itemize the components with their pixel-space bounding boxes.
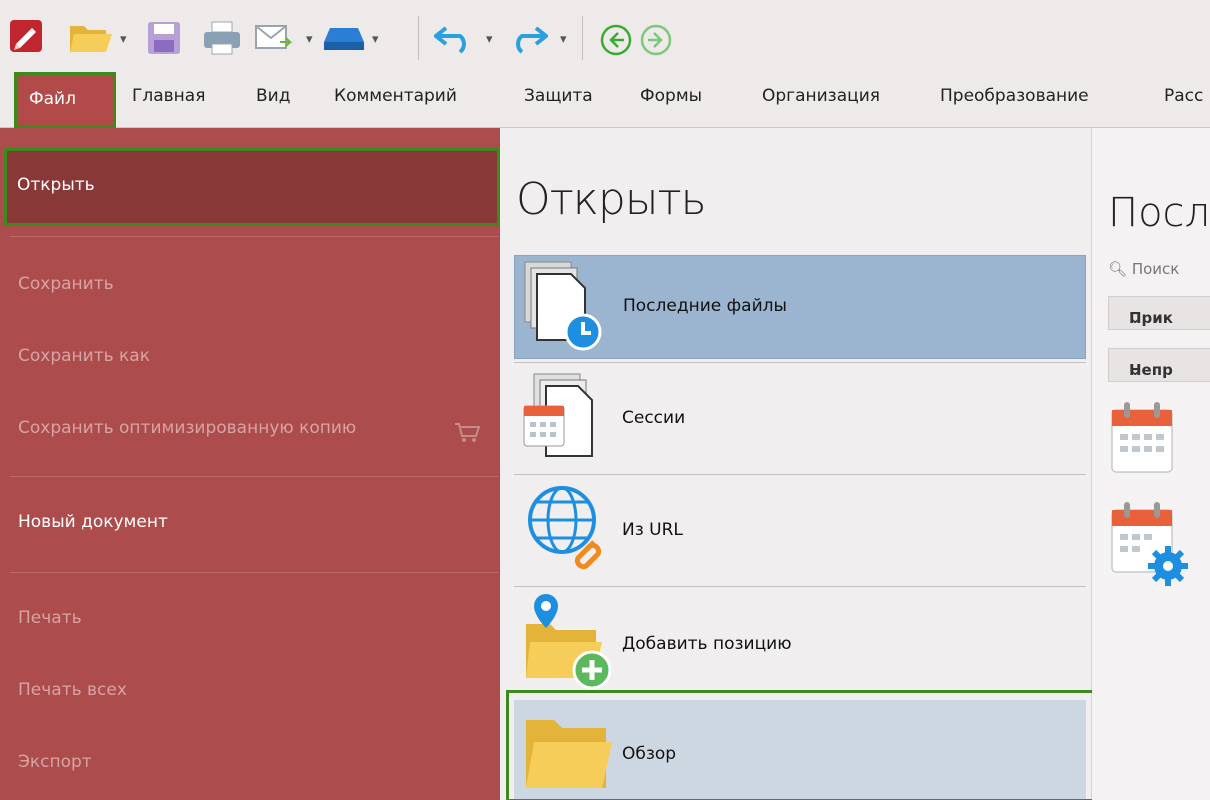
nav-save-as-label: Сохранить как <box>18 346 150 366</box>
nav-new-document-label: Новый документ <box>18 512 168 532</box>
group-pinned[interactable]: ⌄ Прик <box>1108 296 1210 330</box>
email-dropdown-caret[interactable]: ▾ <box>306 32 313 47</box>
tab-file[interactable]: Файл <box>14 72 116 128</box>
option-divider <box>514 586 1086 587</box>
redo-icon[interactable] <box>508 22 550 54</box>
option-from-url[interactable]: Из URL <box>514 478 1086 582</box>
tab-home[interactable]: Главная <box>132 86 205 106</box>
nav-save-label: Сохранить <box>18 274 114 294</box>
nav-print-all: Печать всех <box>0 658 500 728</box>
group-pinned-label: Прик <box>1129 309 1173 327</box>
nav-divider <box>10 572 498 573</box>
app-window: ▾ ▾ ▾ ▾ ▾ Файл Главная Вид Комментарий З… <box>0 0 1210 800</box>
group-unpinned-label: Непр <box>1129 361 1173 379</box>
option-recent-files[interactable]: Последние файлы <box>514 255 1086 359</box>
nav-save-optimized: Сохранить оптимизированную копию <box>0 396 500 466</box>
toolbar-separator <box>582 16 583 60</box>
open-panel-title: Открыть <box>516 174 707 225</box>
open-folder-icon[interactable] <box>68 16 114 56</box>
calendar-icon <box>1111 402 1173 473</box>
nav-divider <box>10 476 498 477</box>
undo-icon[interactable] <box>432 22 474 54</box>
nav-print: Печать <box>0 586 500 656</box>
backstage-nav: Открыть Сохранить Сохранить как Сохранит… <box>0 128 500 800</box>
nav-new-document[interactable]: Новый документ <box>0 490 500 560</box>
recent-files-icon <box>524 261 602 351</box>
open-dropdown-caret[interactable]: ▾ <box>120 32 127 47</box>
nav-divider <box>10 236 498 237</box>
redo-dropdown-caret[interactable]: ▾ <box>560 32 567 47</box>
nav-print-all-label: Печать всех <box>18 680 127 700</box>
nav-export-label: Экспорт <box>18 752 92 772</box>
option-from-url-label: Из URL <box>622 520 683 540</box>
tab-organize[interactable]: Организация <box>762 86 880 106</box>
tab-convert[interactable]: Преобразование <box>940 86 1089 106</box>
nav-save-as: Сохранить как <box>0 324 500 394</box>
nav-open-label: Открыть <box>17 175 95 195</box>
nav-print-label: Печать <box>18 608 82 628</box>
recent-panel-title: Посл <box>1108 190 1210 236</box>
tab-share[interactable]: Расс <box>1164 86 1203 106</box>
app-logo-icon[interactable] <box>10 20 42 52</box>
recent-search[interactable]: 🔍︎ Поиск <box>1108 260 1179 278</box>
nav-save-optimized-label: Сохранить оптимизированную копию <box>18 418 357 438</box>
tab-protect[interactable]: Защита <box>524 86 593 106</box>
browse-highlight-frame <box>506 690 1096 800</box>
scan-icon[interactable] <box>322 24 366 52</box>
recent-search-placeholder: Поиск <box>1131 260 1180 278</box>
nav-export: Экспорт <box>0 730 500 800</box>
option-sessions[interactable]: Сессии <box>514 368 1086 472</box>
tab-view[interactable]: Вид <box>256 86 290 106</box>
ribbon-tab-bar: Файл Главная Вид Комментарий Защита Форм… <box>0 72 1210 128</box>
email-icon[interactable] <box>254 22 294 54</box>
sessions-icon <box>523 373 593 457</box>
option-recent-files-label: Последние файлы <box>623 296 787 316</box>
save-icon[interactable] <box>146 20 182 56</box>
option-divider <box>514 474 1086 475</box>
tab-forms[interactable]: Формы <box>640 86 702 106</box>
cart-icon <box>455 423 480 442</box>
search-icon: 🔍︎ <box>1108 260 1128 278</box>
calendar-settings-icon <box>1111 502 1188 586</box>
scan-dropdown-caret[interactable]: ▾ <box>372 32 379 47</box>
tab-file-label: Файл <box>29 89 76 109</box>
option-add-place[interactable]: Добавить позицию <box>514 590 1086 694</box>
option-add-place-label: Добавить позицию <box>622 634 792 654</box>
add-place-icon <box>526 594 612 690</box>
group-unpinned[interactable]: ⌄ Непр <box>1108 348 1210 382</box>
nav-open[interactable]: Открыть <box>4 148 500 226</box>
url-globe-icon <box>528 486 602 570</box>
option-divider <box>514 362 1086 363</box>
forward-icon[interactable] <box>640 24 672 56</box>
recent-files-panel: Посл 🔍︎ Поиск ⌄ Прик ⌄ Непр <box>1092 128 1210 800</box>
tab-comment[interactable]: Комментарий <box>334 86 457 106</box>
back-icon[interactable] <box>600 24 632 56</box>
print-icon[interactable] <box>202 20 242 56</box>
quick-access-toolbar: ▾ ▾ ▾ ▾ ▾ <box>0 0 1210 72</box>
nav-save: Сохранить <box>0 252 500 322</box>
option-sessions-label: Сессии <box>622 408 686 428</box>
toolbar-separator <box>418 16 419 60</box>
undo-dropdown-caret[interactable]: ▾ <box>486 32 493 47</box>
